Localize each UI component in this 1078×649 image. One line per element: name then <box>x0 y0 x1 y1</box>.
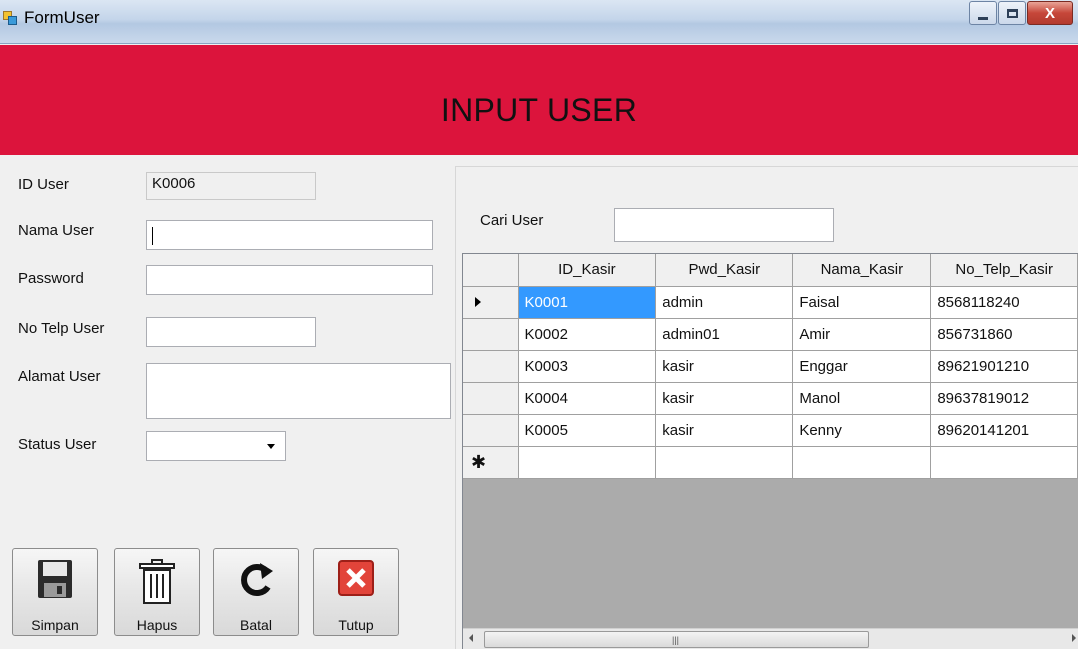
hapus-button[interactable]: Hapus <box>114 548 200 636</box>
simpan-label: Simpan <box>31 617 79 633</box>
table-cell[interactable]: 8568118240 <box>930 286 1078 319</box>
table-cell[interactable] <box>930 446 1078 479</box>
table-row[interactable]: K0004 kasir Manol 89637819012 <box>463 382 1078 415</box>
trash-icon <box>139 559 175 604</box>
table-cell[interactable]: 856731860 <box>930 318 1078 351</box>
maximize-button[interactable] <box>998 1 1026 25</box>
batal-button[interactable]: Batal <box>213 548 299 636</box>
table-cell[interactable]: K0001 <box>518 286 657 319</box>
table-cell[interactable]: K0002 <box>518 318 657 351</box>
simpan-button[interactable]: Simpan <box>12 548 98 636</box>
table-row[interactable]: K0003 kasir Enggar 89621901210 <box>463 350 1078 383</box>
title-bar: FormUser X <box>0 0 1078 44</box>
scrollbar-thumb[interactable]: ||| <box>484 631 869 648</box>
table-cell[interactable] <box>792 446 932 479</box>
id-user-value: K0006 <box>152 175 196 192</box>
row-header[interactable] <box>463 350 519 383</box>
table-cell[interactable]: Faisal <box>792 286 932 319</box>
table-cell[interactable]: kasir <box>655 382 794 415</box>
chevron-down-icon <box>267 444 275 449</box>
no-telp-input[interactable] <box>146 317 316 347</box>
table-cell[interactable]: 89621901210 <box>930 350 1078 383</box>
table-cell[interactable]: kasir <box>655 350 794 383</box>
column-header-pwd-kasir[interactable]: Pwd_Kasir <box>655 254 794 287</box>
scroll-right-icon[interactable] <box>1072 634 1076 642</box>
window-title: FormUser <box>24 8 100 27</box>
table-cell[interactable]: Amir <box>792 318 932 351</box>
user-data-grid[interactable]: ID_Kasir Pwd_Kasir Nama_Kasir No_Telp_Ka… <box>462 253 1078 649</box>
row-header[interactable]: ✱ <box>463 446 519 479</box>
status-label: Status User <box>18 436 97 453</box>
close-icon <box>338 560 374 596</box>
horizontal-scrollbar[interactable]: ||| <box>463 628 1078 649</box>
minimize-button[interactable] <box>969 1 997 25</box>
floppy-disk-icon <box>38 560 72 598</box>
cari-user-label: Cari User <box>480 212 544 229</box>
table-cell[interactable]: Manol <box>792 382 932 415</box>
batal-label: Batal <box>240 617 272 633</box>
grip-icon: ||| <box>672 635 680 645</box>
text-caret <box>152 227 153 245</box>
new-row-icon: ✱ <box>471 451 487 472</box>
id-user-field[interactable]: K0006 <box>146 172 316 200</box>
tutup-button[interactable]: Tutup <box>313 548 399 636</box>
app-icon <box>3 11 17 25</box>
page-title: INPUT USER <box>440 92 638 128</box>
table-cell[interactable]: 89637819012 <box>930 382 1078 415</box>
table-header-row: ID_Kasir Pwd_Kasir Nama_Kasir No_Telp_Ka… <box>463 254 1078 287</box>
table-cell[interactable]: kasir <box>655 414 794 447</box>
table-cell[interactable]: K0005 <box>518 414 657 447</box>
table-cell[interactable] <box>655 446 794 479</box>
row-header[interactable] <box>463 382 519 415</box>
alamat-input[interactable] <box>146 363 451 419</box>
table-row[interactable]: K0001 admin Faisal 8568118240 <box>463 286 1078 319</box>
hapus-label: Hapus <box>136 617 178 633</box>
column-header-no-telp-kasir[interactable]: No_Telp_Kasir <box>930 254 1078 287</box>
row-header[interactable] <box>463 318 519 351</box>
window-controls: X <box>968 1 1073 27</box>
close-icon: X <box>1044 4 1055 22</box>
table-row[interactable]: K0005 kasir Kenny 89620141201 <box>463 414 1078 447</box>
table-row[interactable]: K0002 admin01 Amir 856731860 <box>463 318 1078 351</box>
password-input[interactable] <box>146 265 433 295</box>
row-header-corner <box>463 254 519 287</box>
table-cell[interactable]: admin <box>655 286 794 319</box>
row-header[interactable] <box>463 286 519 319</box>
cari-user-input[interactable] <box>614 208 834 242</box>
minimize-icon <box>978 16 988 20</box>
new-row[interactable]: ✱ <box>463 446 1078 479</box>
table-cell[interactable]: Enggar <box>792 350 932 383</box>
table-cell[interactable]: admin01 <box>655 318 794 351</box>
current-row-icon <box>475 296 481 307</box>
page-header: INPUT USER <box>0 45 1078 155</box>
nama-user-input[interactable] <box>146 220 433 250</box>
alamat-label: Alamat User <box>18 368 101 385</box>
table-cell[interactable]: Kenny <box>792 414 932 447</box>
refresh-icon <box>241 563 273 596</box>
table-cell[interactable]: K0003 <box>518 350 657 383</box>
user-table: ID_Kasir Pwd_Kasir Nama_Kasir No_Telp_Ka… <box>463 254 1078 479</box>
scroll-left-icon[interactable] <box>469 634 473 642</box>
id-user-label: ID User <box>18 176 69 193</box>
close-window-button[interactable]: X <box>1027 1 1073 25</box>
column-header-id-kasir[interactable]: ID_Kasir <box>518 254 657 287</box>
password-label: Password <box>18 270 84 287</box>
no-telp-label: No Telp User <box>18 320 105 337</box>
nama-user-label: Nama User <box>18 222 94 239</box>
status-select[interactable] <box>146 431 286 461</box>
column-header-nama-kasir[interactable]: Nama_Kasir <box>792 254 932 287</box>
table-cell[interactable]: 89620141201 <box>930 414 1078 447</box>
row-header[interactable] <box>463 414 519 447</box>
maximize-icon <box>1006 8 1018 18</box>
tutup-label: Tutup <box>338 617 374 633</box>
table-cell[interactable] <box>518 446 657 479</box>
table-cell[interactable]: K0004 <box>518 382 657 415</box>
